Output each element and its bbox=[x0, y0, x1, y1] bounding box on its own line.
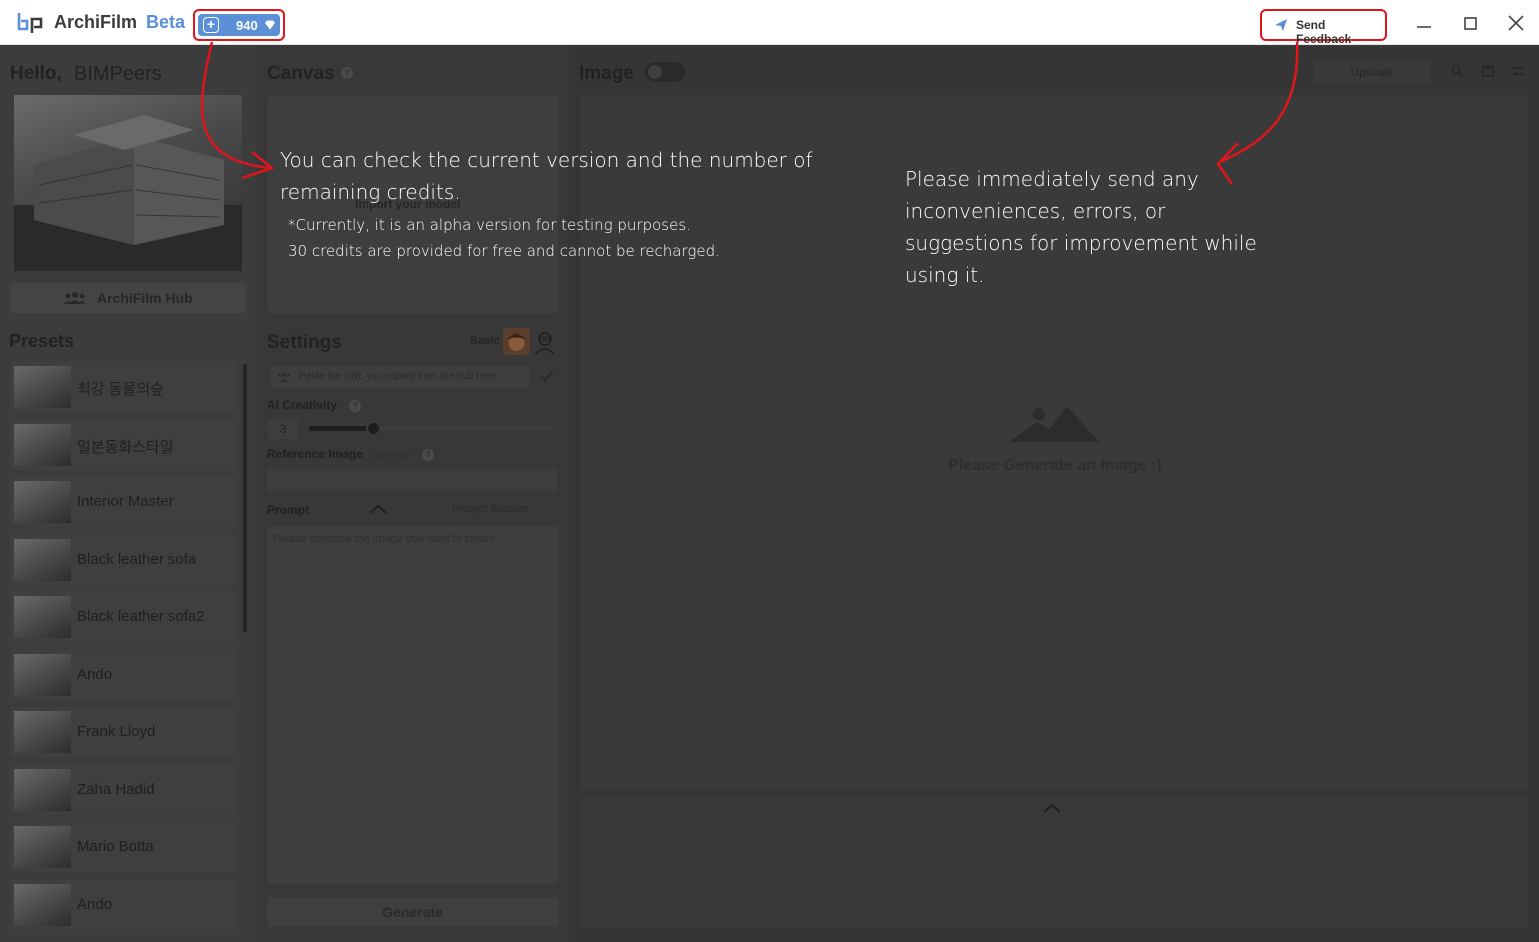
chevron-up-icon[interactable] bbox=[368, 503, 388, 515]
prompt-booster-button[interactable]: Prompt Booster bbox=[452, 503, 528, 515]
preset-label: Black leather sofa bbox=[77, 551, 197, 568]
version-tag: Beta bbox=[146, 12, 186, 32]
chevron-up-icon[interactable] bbox=[1042, 802, 1062, 814]
image-toggle[interactable] bbox=[645, 62, 685, 82]
building-illustration bbox=[14, 115, 242, 271]
users-icon bbox=[278, 373, 290, 382]
greeting: Hello, bbox=[10, 63, 62, 84]
reference-image-label: Reference Image bbox=[267, 447, 364, 461]
presets-title: Presets bbox=[9, 331, 75, 351]
check-icon[interactable] bbox=[539, 369, 555, 383]
minimize-icon[interactable] bbox=[1412, 12, 1436, 34]
preset-item[interactable]: Mario Botta bbox=[10, 822, 236, 872]
credit-annotation: You can check the current version and th… bbox=[280, 148, 813, 204]
advanced-mode-avatar[interactable] bbox=[534, 328, 556, 355]
save-icon[interactable] bbox=[1481, 64, 1495, 78]
send-feedback-label: Send Feedback bbox=[1296, 18, 1352, 46]
avatar-face-icon bbox=[507, 334, 526, 351]
preset-item[interactable]: Zaha Hadid bbox=[10, 765, 236, 815]
browse-dots[interactable]: ... bbox=[541, 473, 549, 484]
upscale-button[interactable]: Upscale bbox=[1314, 60, 1430, 84]
preset-label: Ando bbox=[77, 666, 113, 683]
mountain-image-icon bbox=[1009, 406, 1099, 442]
preset-label: Zaha Hadid bbox=[77, 781, 155, 798]
maximize-icon[interactable] bbox=[1458, 12, 1482, 34]
hero-image bbox=[14, 95, 242, 271]
plus-square-icon[interactable]: + bbox=[203, 17, 219, 33]
preset-label: Interior Master bbox=[77, 493, 174, 510]
hub-url-placeholder: Paste the URL you copied from the hub he… bbox=[299, 371, 497, 382]
upscale-label: Upscale bbox=[1350, 65, 1394, 79]
preset-item[interactable]: Frank Lloyd bbox=[10, 707, 236, 757]
feedback-highlight: Send Feedback bbox=[1260, 9, 1387, 46]
bp-logo-icon bbox=[17, 13, 43, 33]
preset-label: Mario Botta bbox=[77, 838, 154, 855]
preset-thumbnail bbox=[14, 884, 71, 926]
reference-help-icon[interactable]: ? bbox=[422, 449, 434, 461]
archifilm-hub-button[interactable]: ArchiFilm Hub bbox=[10, 283, 246, 313]
ai-creativity-value: 3 bbox=[268, 419, 298, 439]
preset-item[interactable]: Interior Master bbox=[10, 477, 236, 527]
generate-label: Generate bbox=[382, 904, 443, 920]
ai-creativity-label: AI Creativity bbox=[267, 398, 338, 412]
close-icon[interactable] bbox=[1504, 12, 1528, 34]
generate-button[interactable]: Generate bbox=[267, 897, 558, 927]
credit-note-line: *Currently, it is an alpha version for t… bbox=[288, 216, 691, 234]
preset-thumbnail bbox=[14, 769, 71, 811]
preset-thumbnail bbox=[14, 481, 71, 523]
mode-label: Basic bbox=[470, 335, 500, 347]
gem-icon bbox=[265, 20, 275, 30]
canvas-help-icon[interactable]: ? bbox=[341, 67, 353, 79]
preset-label: Ando bbox=[77, 896, 113, 913]
credit-annotation-detail: *Currently, it is an alpha version for t… bbox=[288, 212, 758, 264]
generate-placeholder-text: Please Generate an Image :) bbox=[948, 457, 1162, 474]
credit-highlight: + 940 bbox=[193, 9, 285, 41]
preset-label: 일본동화스타일 bbox=[77, 439, 174, 456]
prompt-label: Prompt bbox=[267, 503, 309, 517]
prompt-textarea[interactable]: Please describe the image you want to cr… bbox=[267, 526, 558, 884]
settings-title: Settings bbox=[267, 332, 342, 353]
preset-label: Frank Lloyd bbox=[77, 723, 156, 740]
ai-creativity-track[interactable] bbox=[379, 427, 555, 430]
preset-item[interactable]: 일본동화스타일 bbox=[10, 420, 236, 470]
canvas-title: Canvas bbox=[267, 63, 335, 84]
preset-label: 최강 동물의숲 bbox=[77, 381, 164, 398]
preset-thumbnail bbox=[14, 711, 71, 753]
preset-thumbnail bbox=[14, 826, 71, 868]
preset-thumbnail bbox=[14, 366, 71, 408]
preset-item[interactable]: Ando bbox=[10, 880, 236, 930]
paper-plane-icon bbox=[1275, 19, 1287, 31]
send-feedback-button[interactable]: Send Feedback bbox=[1266, 14, 1381, 46]
reference-image-input[interactable]: ... bbox=[267, 469, 557, 491]
title-bar: ArchiFilm Beta + 940 Send Feedback bbox=[0, 0, 1539, 46]
preset-thumbnail bbox=[14, 424, 71, 466]
image-title: Image bbox=[579, 63, 634, 84]
search-icon[interactable] bbox=[1450, 64, 1464, 78]
preset-item[interactable]: Black leather sofa2 bbox=[10, 592, 236, 642]
preset-thumbnail bbox=[14, 596, 71, 638]
archifilm-hub-label: ArchiFilm Hub bbox=[97, 290, 193, 306]
users-icon bbox=[64, 292, 86, 304]
app-name: ArchiFilm bbox=[54, 12, 138, 32]
presets-scrollbar[interactable] bbox=[243, 364, 247, 632]
credit-badge[interactable]: + 940 bbox=[198, 14, 280, 36]
credit-count: 940 bbox=[236, 18, 258, 33]
preset-item[interactable]: Black leather sofa bbox=[10, 535, 236, 585]
sliders-icon[interactable] bbox=[1511, 64, 1525, 78]
prompt-placeholder: Please describe the image you want to cr… bbox=[273, 533, 499, 545]
reference-optional-label: (Optional) bbox=[374, 450, 410, 459]
basic-mode-avatar[interactable] bbox=[503, 328, 530, 355]
ai-creativity-slider-handle[interactable] bbox=[366, 421, 381, 436]
preset-thumbnail bbox=[14, 539, 71, 581]
user-name: BIMPeers bbox=[74, 63, 162, 85]
hub-url-input[interactable]: Paste the URL you copied from the hub he… bbox=[270, 366, 530, 388]
credit-note-line: 30 credits are provided for free and can… bbox=[288, 242, 720, 260]
preset-item[interactable]: Ando bbox=[10, 650, 236, 700]
feedback-annotation: Please immediately send any inconvenienc… bbox=[905, 167, 1257, 287]
ai-creativity-help-icon[interactable]: ? bbox=[349, 400, 361, 412]
preset-item[interactable]: 최강 동물의숲 bbox=[10, 362, 236, 412]
preset-label: Black leather sofa2 bbox=[77, 608, 205, 625]
preset-thumbnail bbox=[14, 654, 71, 696]
history-panel bbox=[580, 797, 1528, 927]
